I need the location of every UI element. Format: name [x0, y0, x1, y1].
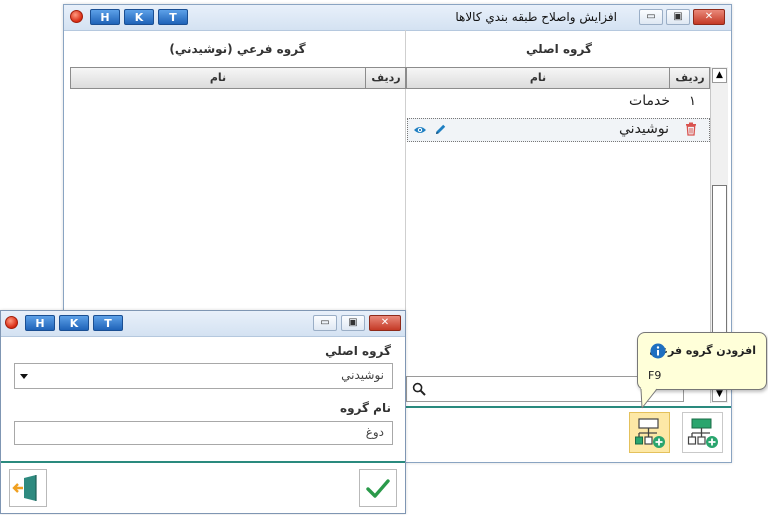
sub-group-header: گروه فرعي (نوشيدني) [169, 42, 306, 56]
tooltip-shortcut: F9 [648, 369, 662, 382]
edit-icon[interactable] [434, 123, 447, 140]
row-number: ۱ [689, 94, 696, 109]
add-sub-group-button[interactable] [629, 412, 670, 453]
main-group-grid-header: نام رديف [406, 67, 710, 89]
hkt-button-h[interactable]: H [90, 9, 120, 25]
scroll-up-button[interactable]: ▲ [712, 68, 727, 83]
group-name-input[interactable]: دوغ [14, 421, 393, 445]
sub-group-grid-header: نام رديف [70, 67, 406, 89]
view-icon[interactable] [413, 124, 427, 139]
add-group-dialog: H K T ▭ ▣ ✕ گروه اصلي نوشيدني نام گروه د… [0, 310, 406, 514]
minimize-button[interactable]: ▭ [313, 315, 337, 331]
info-icon [650, 343, 666, 362]
hkt-button-k[interactable]: K [124, 9, 154, 25]
tooltip-pointer [640, 388, 658, 409]
app-ball-icon[interactable] [70, 10, 83, 23]
add-main-group-button[interactable] [682, 412, 723, 453]
main-group-select[interactable]: نوشيدني [14, 363, 393, 389]
close-button[interactable]: ✕ [693, 9, 725, 25]
main-group-header: گروه اصلي [526, 42, 592, 56]
column-row-number[interactable]: رديف [670, 68, 710, 88]
add-subgroup-tree-icon [635, 418, 665, 448]
group-name-label: نام گروه [340, 401, 391, 415]
hkt-button-h[interactable]: H [25, 315, 55, 331]
group-name-value: دوغ [365, 425, 384, 439]
main-group-label: گروه اصلي [325, 344, 391, 358]
delete-icon[interactable] [685, 122, 697, 140]
maximize-button[interactable]: ▣ [341, 315, 365, 331]
app-ball-icon[interactable] [5, 316, 18, 329]
close-button[interactable]: ✕ [369, 315, 401, 331]
table-row-selected[interactable]: نوشيدني [407, 118, 710, 142]
hkt-button-k[interactable]: K [59, 315, 89, 331]
table-row[interactable]: ۱ خدمات [406, 91, 710, 115]
hkt-button-t[interactable]: T [93, 315, 123, 331]
row-name: خدمات [629, 93, 670, 109]
dialog-titlebar: H K T ▭ ▣ ✕ [1, 311, 405, 337]
hkt-button-t[interactable]: T [158, 9, 188, 25]
check-icon [366, 479, 390, 498]
window-title: افزايش واصلاح طبقه بندي كالاها [455, 10, 617, 24]
add-sub-group-tooltip: افزودن گروه فرعي F9 [637, 332, 767, 390]
confirm-button[interactable] [359, 469, 397, 507]
main-titlebar: H K T افزايش واصلاح طبقه بندي كالاها ▭ ▣… [64, 5, 731, 31]
maximize-button[interactable]: ▣ [666, 9, 690, 25]
add-group-tree-icon [687, 418, 718, 448]
column-name[interactable]: نام [71, 68, 365, 88]
main-group-select-value: نوشيدني [341, 368, 384, 382]
row-name: نوشيدني [619, 121, 669, 137]
search-icon [412, 382, 426, 399]
exit-button[interactable] [9, 469, 47, 507]
dialog-footer-divider [1, 461, 405, 463]
column-name[interactable]: نام [407, 68, 669, 88]
minimize-button[interactable]: ▭ [639, 9, 663, 25]
exit-door-icon [12, 475, 37, 501]
chevron-down-icon [20, 374, 28, 379]
column-row-number[interactable]: رديف [366, 68, 406, 88]
